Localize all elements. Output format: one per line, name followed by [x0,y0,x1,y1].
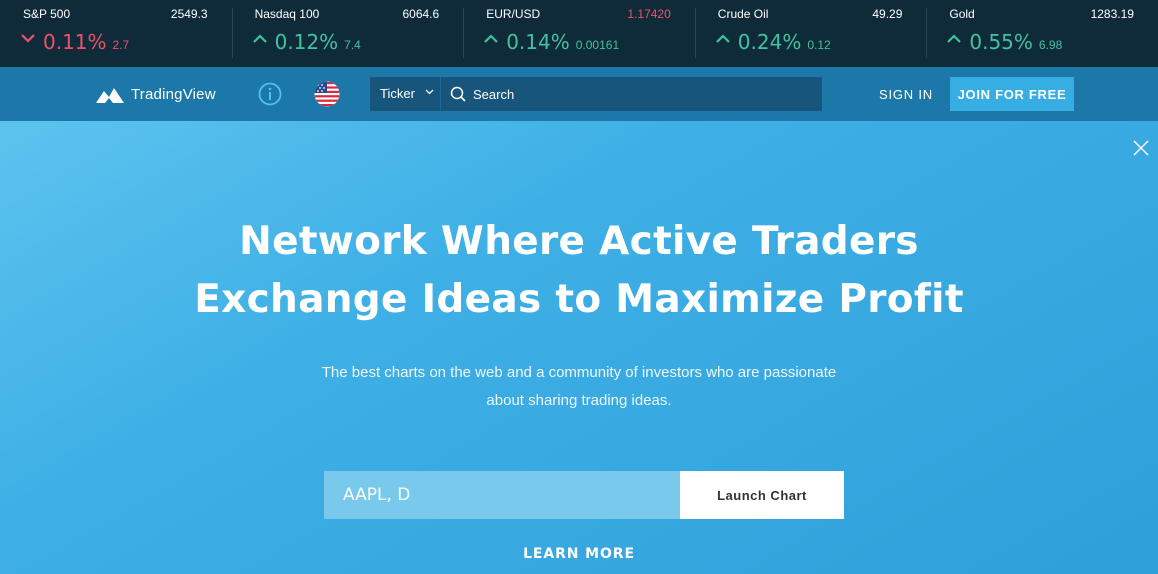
arrow-up-icon [252,34,267,43]
hero-banner: Network Where Active Traders Exchange Id… [0,121,1158,574]
ticker-item-eurusd[interactable]: EUR/USD 1.17420 0.14% 0.00161 [463,0,695,67]
ticker-change-abs: 0.00161 [575,38,620,52]
ticker-change-abs: 0.12 [807,38,831,52]
launch-chart-button[interactable]: Launch Chart [680,471,844,519]
arrow-up-icon [947,34,962,43]
logo-text: TradingView [131,85,216,103]
ticker-price: 1283.19 [1090,7,1134,21]
hero-title-line-1: Network Where Active Traders [239,219,919,264]
arrow-up-icon [716,34,730,43]
launch-chart-form: Launch Chart [324,471,844,519]
search-bar: Ticker [370,77,822,111]
arrow-up-icon [484,34,498,43]
ticker-name: Crude Oil [717,7,769,21]
ticker-change-percent: 0.24% [737,30,802,54]
symbol-input[interactable] [324,471,680,519]
ticker-change-percent: 0.12% [274,30,339,54]
search-icon [450,86,466,102]
ticker-change-abs: 6.98 [1038,38,1063,52]
ticker-item-crude-oil[interactable]: Crude Oil 49.29 0.24% 0.12 [694,0,927,67]
ticker-name: EUR/USD [486,7,541,21]
learn-more-link[interactable]: LEARN MORE [0,546,1158,562]
ticker-select-label: Ticker [380,86,415,101]
ticker-price: 6064.6 [402,7,440,21]
info-icon[interactable] [258,82,282,106]
arrow-down-icon [21,34,35,43]
ticker-select-dropdown[interactable]: Ticker [370,77,441,111]
hero-subtitle-line-1: The best charts on the web and a communi… [321,364,837,381]
ticker-name: Gold [949,7,975,21]
ticker-name: S&P 500 [23,7,71,21]
ticker-item-nasdaq100[interactable]: Nasdaq 100 6064.6 0.12% 7.4 [231,0,464,67]
ticker-price: 49.29 [872,7,903,21]
ticker-price: 2549.3 [170,7,208,21]
chevron-down-icon [425,89,434,95]
hero-subtitle: The best charts on the web and a communi… [0,359,1158,415]
sign-in-link[interactable]: SIGN IN [879,87,933,102]
us-flag-icon[interactable] [314,81,340,107]
cloud-logo-icon [96,88,124,103]
hero-subtitle-line-2: about sharing trading ideas. [486,392,672,409]
hero-title: Network Where Active Traders Exchange Id… [0,213,1158,329]
ticker-item-gold[interactable]: Gold 1283.19 0.55% 6.98 [926,0,1158,67]
close-icon[interactable] [1133,140,1149,156]
tradingview-logo[interactable]: TradingView [94,83,216,105]
search-input[interactable] [473,77,813,111]
ticker-change-percent: 0.14% [506,30,570,54]
ticker-change-percent: 0.55% [969,30,1033,54]
ticker-change-abs: 7.4 [344,38,361,52]
ticker-price: 1.17420 [627,7,671,21]
ticker-change-percent: 0.11% [43,30,107,54]
ticker-item-sp500[interactable]: S&P 500 2549.3 0.11% 2.7 [0,0,232,67]
hero-title-line-2: Exchange Ideas to Maximize Profit [194,277,964,322]
ticker-change-abs: 2.7 [112,38,130,52]
ticker-bar: S&P 500 2549.3 0.11% 2.7 Nasdaq 100 6064… [0,0,1158,67]
site-header: TradingView Ticker Search SIGN IN JOIN F… [0,67,1158,121]
join-for-free-button[interactable]: JOIN FOR FREE [950,77,1074,111]
ticker-name: Nasdaq 100 [254,7,320,21]
